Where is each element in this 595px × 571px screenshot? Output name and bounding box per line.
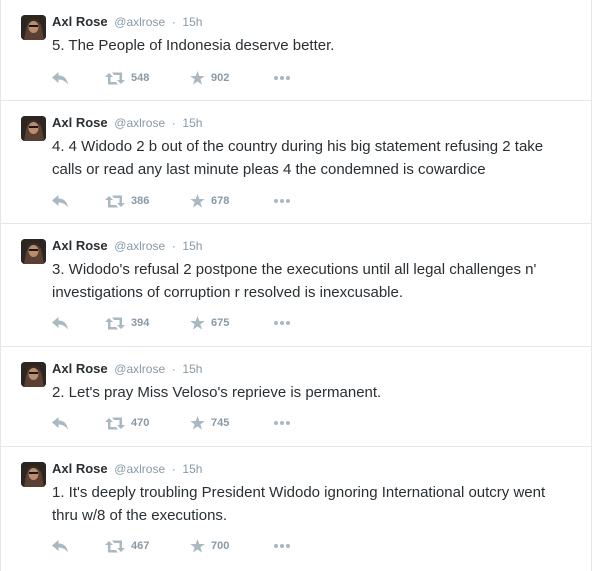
- timestamp[interactable]: 15h: [182, 462, 202, 476]
- retweet-count: 470: [131, 417, 150, 429]
- retweet-icon: [105, 72, 125, 84]
- favorite-count: 700: [211, 540, 230, 552]
- author-name[interactable]: Axl Rose: [52, 14, 108, 29]
- retweet-button[interactable]: 548: [105, 68, 149, 88]
- tweet-text: 2. Let's pray Miss Veloso's reprieve is …: [52, 384, 382, 401]
- reply-button[interactable]: [52, 413, 69, 433]
- avatar[interactable]: [21, 462, 46, 487]
- more-dots-icon: [274, 544, 290, 548]
- separator-dot: ·: [171, 462, 176, 476]
- author-name[interactable]: Axl Rose: [52, 361, 108, 376]
- separator-dot: ·: [171, 116, 176, 130]
- more-dots-icon: [274, 76, 290, 80]
- author-handle[interactable]: @axlrose: [114, 462, 165, 476]
- author-handle[interactable]: @axlrose: [114, 116, 165, 130]
- tweet-timeline: Axl Rose @axlrose · 15h 5. The People of…: [0, 0, 592, 571]
- tweet-header: Axl Rose @axlrose · 15h: [52, 114, 202, 132]
- avatar[interactable]: [21, 15, 46, 40]
- favorite-count: 745: [211, 417, 230, 429]
- tweet-item[interactable]: Axl Rose @axlrose · 15h 4. 4 Widodo 2 b …: [1, 101, 591, 224]
- more-dots-icon: [274, 199, 290, 203]
- reply-button[interactable]: [52, 313, 69, 333]
- more-button[interactable]: [273, 536, 291, 556]
- reply-icon: [52, 539, 68, 552]
- author-name[interactable]: Axl Rose: [52, 461, 108, 476]
- author-name[interactable]: Axl Rose: [52, 238, 108, 253]
- separator-dot: ·: [171, 362, 176, 376]
- more-button[interactable]: [273, 191, 291, 211]
- tweet-text: 4. 4 Widodo 2 b out of the country durin…: [52, 138, 544, 178]
- favorite-button[interactable]: 678: [190, 191, 229, 211]
- retweet-count: 386: [131, 195, 150, 207]
- favorite-count: 678: [211, 195, 230, 207]
- more-button[interactable]: [273, 68, 291, 88]
- favorite-button[interactable]: 675: [190, 313, 229, 333]
- reply-icon: [52, 71, 68, 84]
- reply-button[interactable]: [52, 536, 69, 556]
- retweet-count: 394: [131, 317, 150, 329]
- retweet-button[interactable]: 470: [105, 413, 149, 433]
- tweet-item[interactable]: Axl Rose @axlrose · 15h 5. The People of…: [1, 0, 591, 101]
- timestamp[interactable]: 15h: [182, 362, 202, 376]
- timestamp[interactable]: 15h: [182, 116, 202, 130]
- tweet-header: Axl Rose @axlrose · 15h: [52, 13, 202, 31]
- retweet-count: 548: [131, 72, 150, 84]
- reply-icon: [52, 316, 68, 329]
- author-handle[interactable]: @axlrose: [114, 362, 165, 376]
- avatar[interactable]: [21, 362, 46, 387]
- more-button[interactable]: [273, 413, 291, 433]
- timestamp[interactable]: 15h: [182, 15, 202, 29]
- retweet-icon: [105, 540, 125, 552]
- separator-dot: ·: [171, 15, 176, 29]
- star-icon: [190, 71, 205, 85]
- star-icon: [190, 316, 205, 330]
- star-icon: [190, 416, 205, 430]
- retweet-button[interactable]: 394: [105, 313, 149, 333]
- retweet-icon: [105, 317, 125, 329]
- author-name[interactable]: Axl Rose: [52, 115, 108, 130]
- star-icon: [190, 539, 205, 553]
- retweet-count: 467: [131, 540, 150, 552]
- tweet-text: 5. The People of Indonesia deserve bette…: [52, 37, 335, 54]
- favorite-button[interactable]: 745: [190, 413, 229, 433]
- star-icon: [190, 194, 205, 208]
- tweet-item[interactable]: Axl Rose @axlrose · 15h 3. Widodo's refu…: [1, 224, 591, 347]
- tweet-text: 3. Widodo's refusal 2 postpone the execu…: [52, 261, 537, 301]
- avatar[interactable]: [21, 116, 46, 141]
- tweet-item[interactable]: Axl Rose @axlrose · 15h 1. It's deeply t…: [1, 447, 591, 571]
- reply-icon: [52, 194, 68, 207]
- more-dots-icon: [274, 421, 290, 425]
- retweet-icon: [105, 417, 125, 429]
- more-button[interactable]: [273, 313, 291, 333]
- tweet-header: Axl Rose @axlrose · 15h: [52, 237, 202, 255]
- tweet-item[interactable]: Axl Rose @axlrose · 15h 2. Let's pray Mi…: [1, 347, 591, 447]
- tweet-header: Axl Rose @axlrose · 15h: [52, 360, 202, 378]
- favorite-count: 675: [211, 317, 230, 329]
- favorite-button[interactable]: 902: [190, 68, 229, 88]
- author-handle[interactable]: @axlrose: [114, 239, 165, 253]
- favorite-button[interactable]: 700: [190, 536, 229, 556]
- more-dots-icon: [274, 321, 290, 325]
- author-handle[interactable]: @axlrose: [114, 15, 165, 29]
- retweet-icon: [105, 195, 125, 207]
- reply-button[interactable]: [52, 68, 69, 88]
- avatar[interactable]: [21, 239, 46, 264]
- reply-button[interactable]: [52, 191, 69, 211]
- retweet-button[interactable]: 467: [105, 536, 149, 556]
- timestamp[interactable]: 15h: [182, 239, 202, 253]
- tweet-header: Axl Rose @axlrose · 15h: [52, 460, 202, 478]
- separator-dot: ·: [171, 239, 176, 253]
- tweet-text: 1. It's deeply troubling President Widod…: [52, 484, 546, 524]
- retweet-button[interactable]: 386: [105, 191, 149, 211]
- favorite-count: 902: [211, 72, 230, 84]
- reply-icon: [52, 416, 68, 429]
